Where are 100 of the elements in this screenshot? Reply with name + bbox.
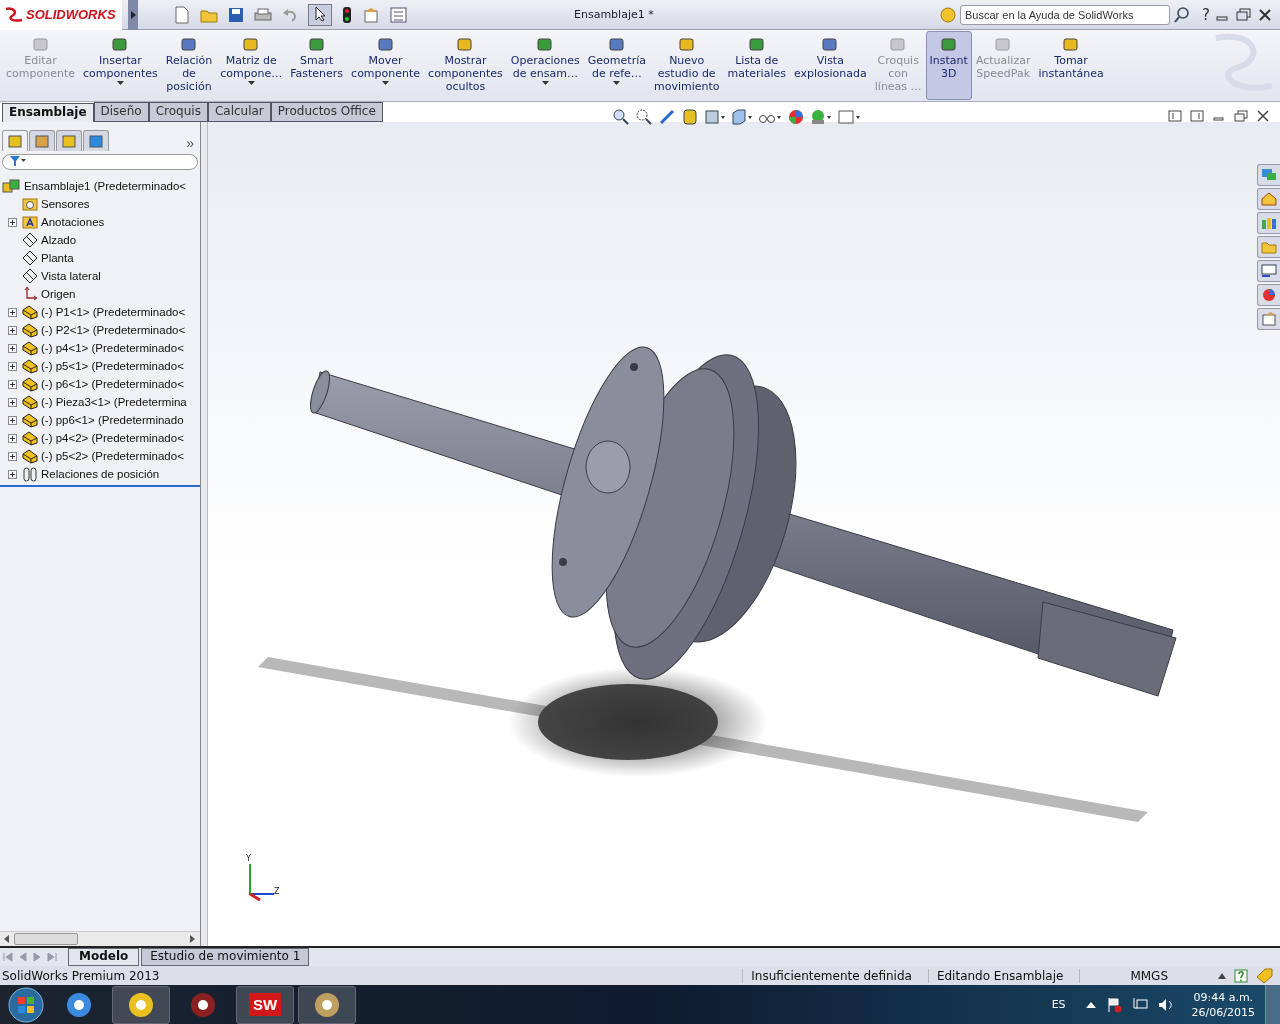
expand-plus-icon[interactable] <box>7 217 17 227</box>
command-tab[interactable]: Ensamblaje <box>2 103 94 122</box>
split-view-icon[interactable] <box>1190 110 1204 122</box>
view-orientation-icon[interactable] <box>704 108 726 126</box>
part-icon <box>22 322 38 338</box>
zoom-icon[interactable] <box>635 108 653 126</box>
ribbon-button[interactable]: Geometría de refe… <box>583 31 650 100</box>
panel-tab[interactable] <box>83 130 109 151</box>
editing-status: Editando Ensamblaje <box>927 968 1072 983</box>
traffic-light-icon[interactable] <box>342 5 352 24</box>
ribbon-button[interactable]: Lista de materiales <box>723 31 790 100</box>
expand-panel-button[interactable]: » <box>186 135 194 151</box>
task-pane-tab[interactable] <box>1257 260 1280 282</box>
taskbar-app-button[interactable] <box>112 985 170 1024</box>
horizontal-scrollbar[interactable] <box>0 931 200 946</box>
flag-icon[interactable] <box>1105 996 1122 1013</box>
expand-plus-icon[interactable] <box>7 451 17 461</box>
scroll-right-icon[interactable] <box>190 935 196 943</box>
restore-icon[interactable] <box>1236 7 1252 22</box>
scene-icon[interactable] <box>810 108 832 126</box>
taskbar-app-button[interactable] <box>298 985 356 1024</box>
tree-item[interactable]: (-) p4<2> (Predeterminado< <box>22 430 184 446</box>
expand-plus-icon[interactable] <box>7 415 17 425</box>
expand-plus-icon[interactable] <box>7 379 17 389</box>
panel-tab[interactable] <box>29 130 55 151</box>
expand-plus-icon[interactable] <box>7 397 17 407</box>
ribbon-button[interactable]: Vista explosionada <box>789 31 871 100</box>
panel-tab[interactable] <box>2 130 28 151</box>
zoom-icon[interactable] <box>612 108 630 126</box>
scroll-left-icon[interactable] <box>4 935 10 943</box>
tree-item[interactable]: Planta <box>22 250 74 266</box>
expand-plus-icon[interactable] <box>7 325 17 335</box>
part-icon <box>22 376 38 392</box>
ribbon-button[interactable]: Mostrar componentes ocultos <box>424 31 507 100</box>
tree-item[interactable]: (-) p5<1> (Predeterminado< <box>22 358 184 374</box>
display-settings-icon[interactable] <box>837 108 861 126</box>
model-tab[interactable]: Estudio de movimiento 1 <box>141 948 310 966</box>
tree-item[interactable]: (-) pp6<1> (Predeterminado <box>22 412 184 428</box>
tree-item[interactable]: Origen <box>22 286 76 302</box>
menu-flyout-button[interactable] <box>128 0 138 30</box>
comment-icon <box>1261 168 1277 182</box>
tree-item[interactable]: (-) p4<1> (Predeterminado< <box>22 340 184 356</box>
model-tab[interactable]: Modelo <box>68 948 140 966</box>
language-indicator[interactable]: ES <box>1051 998 1066 1011</box>
close-icon[interactable] <box>1258 7 1272 22</box>
checklist-icon[interactable] <box>390 6 408 23</box>
filter-field[interactable] <box>2 154 198 170</box>
tree-item[interactable]: (-) p5<2> (Predeterminado< <box>22 448 184 464</box>
command-tab[interactable]: Calcular <box>207 102 271 122</box>
options-icon[interactable] <box>362 6 380 23</box>
print-icon[interactable] <box>254 6 272 23</box>
expand-plus-icon[interactable] <box>7 361 17 371</box>
tree-item[interactable]: Alzado <box>22 232 77 248</box>
ribbon-button[interactable]: Tomar instantánea <box>1034 31 1108 100</box>
expand-plus-icon[interactable] <box>7 343 17 353</box>
command-tab[interactable]: Croquis <box>148 102 208 122</box>
tree-item[interactable]: (-) p6<1> (Predeterminado< <box>22 376 184 392</box>
tree-item[interactable]: (-) P1<1> (Predeterminado< <box>22 304 186 320</box>
cube-icon[interactable] <box>731 108 753 126</box>
expand-plus-icon[interactable] <box>7 433 17 443</box>
tree-item[interactable]: Ensamblaje1 (Predeterminado< <box>0 177 200 195</box>
expand-plus-icon[interactable] <box>7 307 17 317</box>
command-tab[interactable]: Productos Office <box>270 102 383 122</box>
help-button[interactable]: ? <box>1202 5 1210 24</box>
y-axis-label: Y <box>246 854 251 863</box>
task-pane-tab[interactable] <box>1257 212 1280 234</box>
ribbon-button[interactable]: Relación de posición <box>161 31 217 100</box>
tree-item[interactable]: Sensores <box>22 197 90 211</box>
ribbon-button[interactable]: Insertar componentes <box>79 31 162 100</box>
caret-up-icon[interactable] <box>1218 972 1226 979</box>
tree-item[interactable]: Relaciones de posición <box>22 466 160 482</box>
expand-plus-icon[interactable] <box>7 469 17 479</box>
clock[interactable]: 09:44 a.m. 26/06/2015 <box>1191 989 1255 1020</box>
save-icon[interactable] <box>228 6 244 23</box>
help-icon[interactable] <box>1234 968 1248 983</box>
close-icon[interactable] <box>1256 110 1270 122</box>
restore-icon[interactable] <box>1234 110 1248 122</box>
ribbon-button[interactable]: Operaciones de ensam… <box>506 31 584 100</box>
ribbon-button[interactable]: Mover componente <box>347 31 425 100</box>
help-search-field[interactable]: Buscar en la Ayuda de SolidWorks <box>960 4 1171 25</box>
show-hidden-icons-icon[interactable] <box>1085 1001 1096 1008</box>
split-view-icon[interactable] <box>1168 110 1182 122</box>
start-button[interactable] <box>6 985 46 1024</box>
tree-item[interactable]: Anotaciones <box>22 215 105 229</box>
units-button[interactable]: MMGS <box>1079 968 1210 983</box>
tree-item[interactable]: Vista lateral <box>22 268 101 284</box>
task-pane-tab[interactable] <box>1257 284 1280 306</box>
plane-icon <box>22 250 38 266</box>
ribbon-button[interactable]: Nuevo estudio de movimiento <box>649 31 724 100</box>
origin-icon <box>22 286 38 302</box>
search-icon[interactable] <box>1174 6 1191 23</box>
select-button[interactable] <box>308 3 332 26</box>
command-tab[interactable]: Diseño <box>93 102 149 122</box>
ribbon-button[interactable]: Smart Fasteners <box>286 31 348 100</box>
tree-item[interactable]: (-) Pieza3<1> (Predetermina <box>22 394 187 410</box>
tree-item[interactable]: (-) P2<1> (Predeterminado< <box>22 322 186 338</box>
taskbar-app-button[interactable]: SW <box>236 985 294 1024</box>
ribbon-button[interactable]: Matriz de compone… <box>216 31 287 100</box>
new-document-icon[interactable] <box>174 5 190 24</box>
ribbon-button[interactable]: Instant 3D <box>925 31 972 100</box>
